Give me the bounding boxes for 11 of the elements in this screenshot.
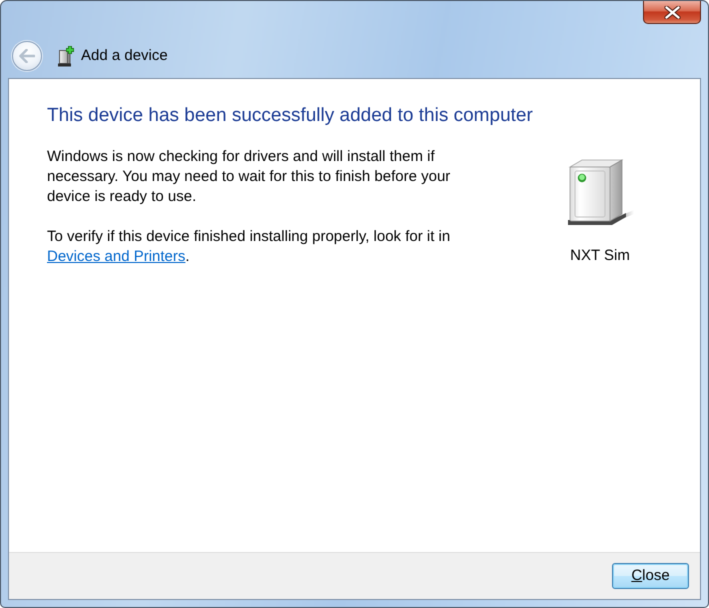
- device-name: NXT Sim: [570, 246, 630, 266]
- window-title: Add a device: [81, 46, 168, 66]
- close-icon: [664, 6, 680, 18]
- devices-printers-link[interactable]: Devices and Printers: [47, 248, 186, 265]
- body-text: Windows is now checking for drivers and will install them if necessary. You may need to wait for this to finish before your device is ready to use.: [47, 147, 452, 207]
- window-close-button[interactable]: [643, 1, 701, 24]
- tower-plus-icon: [57, 45, 75, 67]
- body-text: To verify if this device finished installing properly, look for it in Devices and Printers.: [47, 227, 452, 267]
- close-button[interactable]: Close: [612, 563, 689, 589]
- arrow-left-icon: [19, 49, 35, 63]
- main-heading: This device has been successfully added to this computer: [47, 104, 533, 128]
